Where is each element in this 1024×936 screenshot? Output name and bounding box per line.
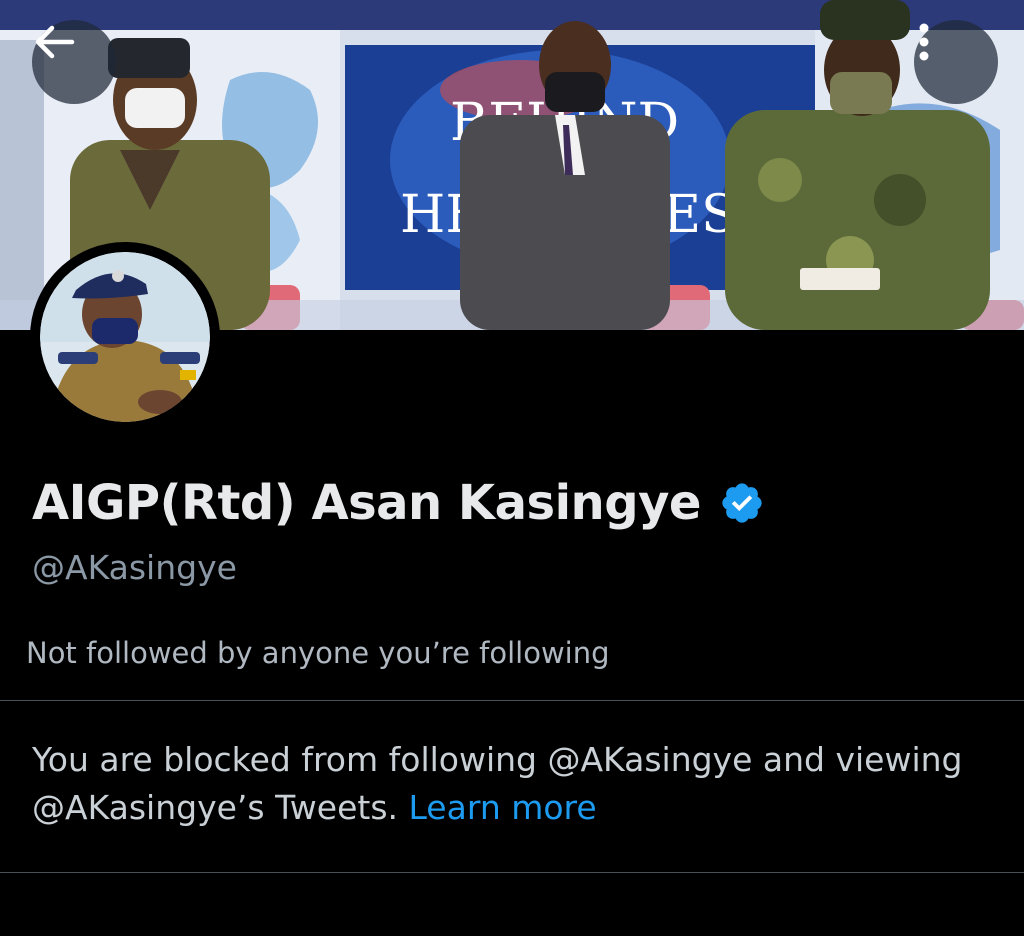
- display-name-row: AIGP(Rtd) Asan Kasingye: [32, 468, 765, 538]
- avatar-image: [40, 252, 210, 422]
- verified-badge-icon[interactable]: [719, 480, 765, 526]
- blocked-notice: You are blocked from following @AKasingy…: [32, 736, 1002, 832]
- user-handle: @AKasingye: [32, 548, 237, 587]
- arrow-left-icon: [35, 25, 75, 59]
- back-button[interactable]: [32, 20, 116, 104]
- avatar[interactable]: [30, 242, 220, 432]
- learn-more-link[interactable]: Learn more: [409, 788, 597, 827]
- followed-by-text: Not followed by anyone you’re following: [26, 636, 610, 670]
- more-options-button[interactable]: [914, 20, 998, 104]
- divider: [0, 872, 1024, 873]
- display-name: AIGP(Rtd) Asan Kasingye: [32, 475, 701, 531]
- divider: [0, 700, 1024, 701]
- more-vertical-icon: [919, 23, 929, 61]
